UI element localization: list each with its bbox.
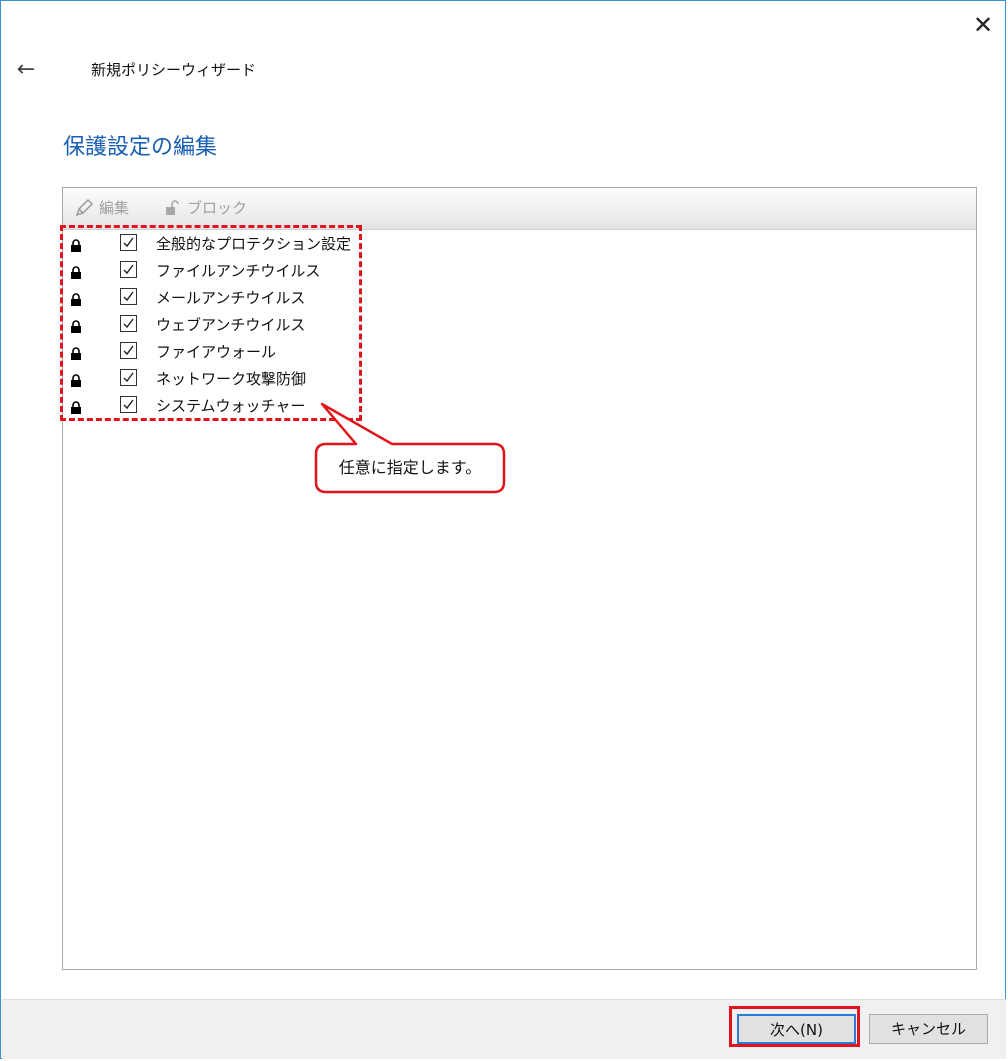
list-item[interactable]: ウェブアンチウイルス <box>63 311 976 338</box>
list-item[interactable]: メールアンチウイルス <box>63 284 976 311</box>
pencil-icon <box>73 197 95 219</box>
lock-icon[interactable] <box>70 264 82 279</box>
back-arrow-icon[interactable]: ← <box>11 55 41 85</box>
checkbox[interactable] <box>120 396 137 413</box>
wizard-window: ✕ ← 新規ポリシーウィザード 保護設定の編集 編集 ブロック 全般的なプロテク… <box>0 0 1006 1059</box>
list-item[interactable]: ネットワーク攻撃防御 <box>63 365 976 392</box>
lock-icon[interactable] <box>70 318 82 333</box>
checkbox[interactable] <box>120 288 137 305</box>
list-item[interactable]: ファイアウォール <box>63 338 976 365</box>
component-label: 全般的なプロテクション設定 <box>156 235 352 253</box>
lock-icon[interactable] <box>70 237 82 252</box>
list-item[interactable]: ファイルアンチウイルス <box>63 257 976 284</box>
annotation-callout-text: 任意に指定します。 <box>338 458 482 477</box>
edit-button[interactable]: 編集 <box>73 197 129 219</box>
component-label: ファイルアンチウイルス <box>156 262 321 280</box>
cancel-button[interactable]: キャンセル <box>869 1014 988 1044</box>
component-label: ネットワーク攻撃防御 <box>156 370 307 388</box>
component-label: システムウォッチャー <box>156 397 306 415</box>
unlock-icon <box>161 197 183 219</box>
component-label: メールアンチウイルス <box>156 289 306 307</box>
block-button[interactable]: ブロック <box>161 197 247 219</box>
page-heading: 保護設定の編集 <box>63 135 218 160</box>
wizard-title: 新規ポリシーウィザード <box>91 61 257 79</box>
component-label: ウェブアンチウイルス <box>156 316 306 334</box>
component-label: ファイアウォール <box>156 343 277 361</box>
list-item[interactable]: 全般的なプロテクション設定 <box>63 230 976 257</box>
close-icon[interactable]: ✕ <box>967 9 999 41</box>
lock-icon[interactable] <box>70 345 82 360</box>
checkbox[interactable] <box>120 369 137 386</box>
lock-icon[interactable] <box>70 372 82 387</box>
block-label: ブロック <box>187 199 248 217</box>
checkbox[interactable] <box>120 342 137 359</box>
components-list-panel: 編集 ブロック 全般的なプロテクション設定 ファイルアンチウイルス メールアンチ… <box>62 187 977 970</box>
components-list: 全般的なプロテクション設定 ファイルアンチウイルス メールアンチウイルス ウェブ… <box>63 230 976 419</box>
checkbox[interactable] <box>120 261 137 278</box>
list-toolbar: 編集 ブロック <box>63 188 976 230</box>
checkbox[interactable] <box>120 234 137 251</box>
edit-label: 編集 <box>99 199 130 217</box>
lock-icon[interactable] <box>70 399 82 414</box>
lock-icon[interactable] <box>70 291 82 306</box>
list-item[interactable]: システムウォッチャー <box>63 392 976 419</box>
next-button[interactable]: 次へ(N) <box>737 1014 856 1044</box>
checkbox[interactable] <box>120 315 137 332</box>
